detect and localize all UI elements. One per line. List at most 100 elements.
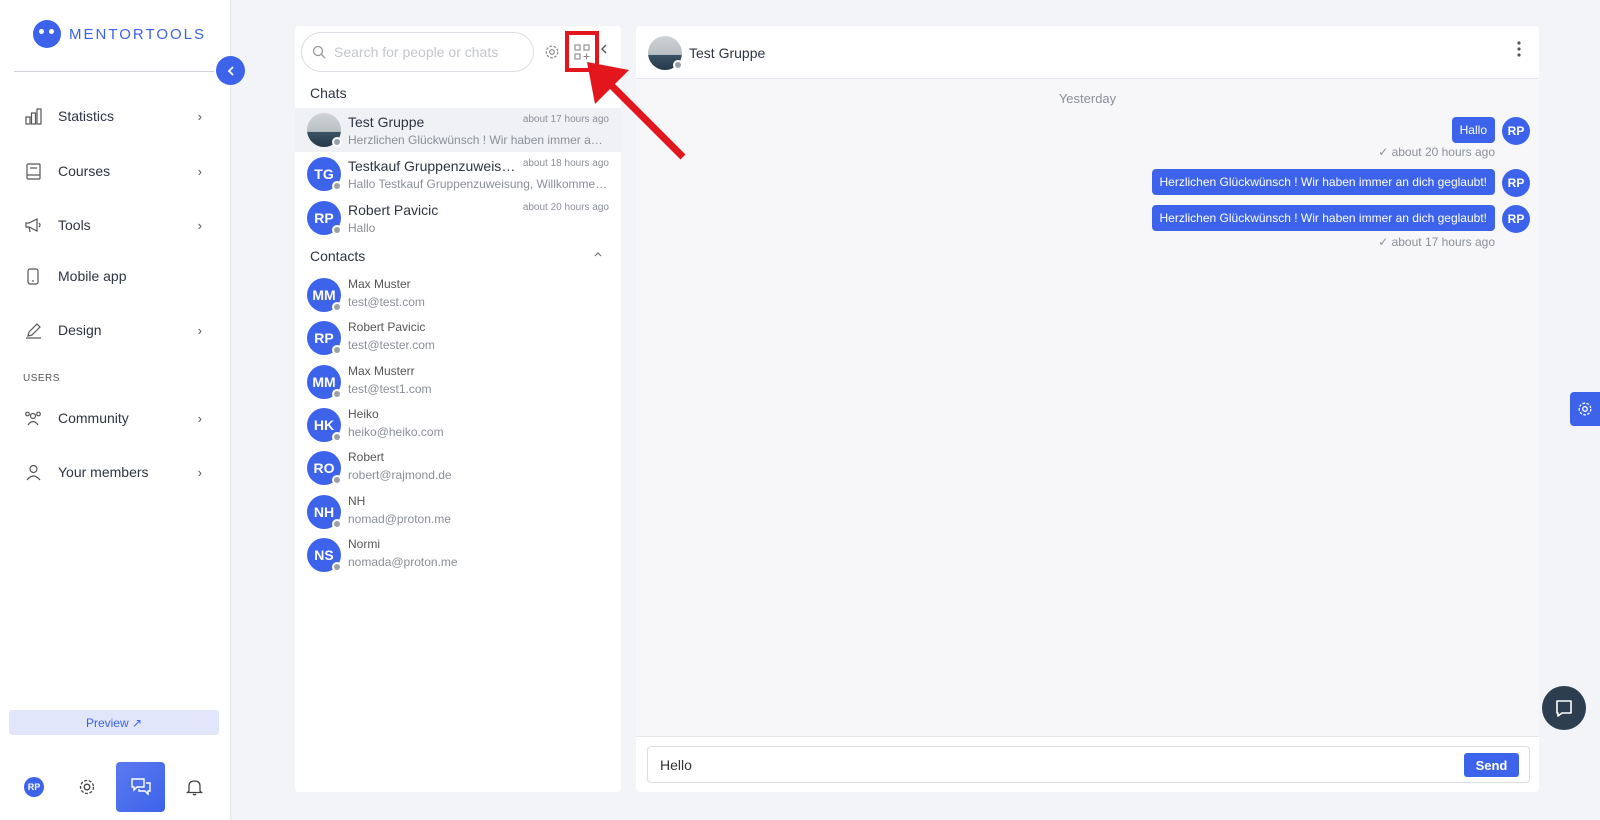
grid-add-icon: [574, 43, 590, 60]
message-avatar: RP: [1502, 169, 1530, 197]
chevron-left-icon: [227, 65, 234, 76]
sidebar-item-statistics[interactable]: Statistics ›: [24, 101, 202, 131]
chat-settings-button[interactable]: [544, 44, 560, 60]
avatar-initials: MM: [312, 287, 336, 303]
status-dot: [332, 181, 342, 191]
contact-email: nomada@proton.me: [348, 555, 458, 569]
chevron-right-icon: ›: [197, 410, 202, 426]
sidebar-item-label: Tools: [58, 217, 91, 233]
robot-logo-icon: [33, 20, 61, 48]
chat-item[interactable]: RP Robert Pavicic about 20 hours ago Hal…: [295, 196, 621, 240]
chats-heading[interactable]: Chats: [310, 85, 347, 101]
sidebar-item-community[interactable]: Community ›: [24, 403, 202, 433]
message-input[interactable]: [660, 756, 1529, 773]
avatar: NH: [307, 495, 342, 529]
sidebar-item-courses[interactable]: Courses ›: [24, 156, 202, 186]
chat-icon: [130, 778, 151, 796]
contact-item[interactable]: RP Robert Pavicic test@tester.com: [295, 316, 621, 360]
status-dot: [332, 225, 342, 235]
chat-item[interactable]: TG Testkauf Gruppenzuweisung about 18 ho…: [295, 152, 621, 196]
chevron-right-icon: ›: [197, 108, 202, 124]
message-icon: [1556, 700, 1572, 717]
person-icon: [24, 463, 42, 481]
chat-nav-button[interactable]: [116, 762, 165, 812]
avatar: RO: [307, 451, 342, 485]
contact-email: test@test.com: [348, 295, 425, 309]
avatar-initials: MM: [312, 374, 336, 390]
contact-name: Normi: [348, 537, 380, 551]
annotation-arrow-icon: [587, 62, 686, 160]
avatar-initials: RP: [314, 330, 334, 346]
avatar-initials: RO: [313, 460, 335, 476]
avatar-initials: NH: [313, 504, 335, 520]
contact-name: Robert: [348, 450, 385, 464]
check-icon: ✓: [1378, 145, 1392, 159]
message-avatar: RP: [1502, 205, 1530, 233]
message-time: ✓ about 20 hours ago: [1378, 145, 1495, 159]
contact-item[interactable]: NH NH nomad@proton.me: [295, 490, 621, 534]
contact-name: Robert Pavicic: [348, 320, 426, 334]
sidebar-item-label: Statistics: [58, 108, 115, 124]
collapse-panel-button[interactable]: [599, 42, 609, 58]
sidebar: MENTORTOOLS Statistics › Courses › Tools…: [0, 0, 245, 820]
contact-email: test@test1.com: [348, 382, 432, 396]
people-icon: [24, 409, 42, 427]
sidebar-item-your-members[interactable]: Your members ›: [24, 457, 202, 487]
avatar: HK: [307, 408, 342, 442]
contact-item[interactable]: HK Heiko heiko@heiko.com: [295, 403, 621, 447]
theme-settings-tab[interactable]: [1570, 392, 1600, 426]
status-dot: [332, 345, 342, 355]
composer-box[interactable]: Send: [647, 746, 1530, 783]
notifications-button[interactable]: [183, 776, 205, 798]
sidebar-bottom-bar: RP: [0, 762, 231, 814]
chat-preview: Hallo: [348, 221, 376, 235]
chevron-up-icon[interactable]: [593, 249, 603, 261]
phone-icon: [24, 267, 42, 285]
chat-name: Robert Pavicic: [348, 202, 439, 218]
avatar: MM: [307, 278, 342, 312]
contact-item[interactable]: MM Max Musterr test@test1.com: [295, 360, 621, 404]
sidebar-item-label: Design: [58, 322, 102, 338]
contact-item[interactable]: NS Normi nomada@proton.me: [295, 533, 621, 577]
status-dot: [332, 432, 342, 442]
contact-item[interactable]: RO Robert robert@rajmond.de: [295, 446, 621, 490]
search-input[interactable]: [334, 44, 514, 60]
brand-name: MENTORTOOLS: [69, 25, 207, 43]
search-icon: [312, 45, 326, 59]
sidebar-item-label: Your members: [58, 464, 149, 480]
status-dot: [332, 137, 342, 147]
chat-name: Test Gruppe: [348, 114, 425, 130]
sidebar-item-label: Community: [58, 410, 129, 426]
chevron-right-icon: ›: [197, 163, 202, 179]
collapse-sidebar-button[interactable]: [216, 56, 245, 85]
search-box[interactable]: [301, 32, 534, 72]
contacts-heading[interactable]: Contacts: [310, 248, 365, 264]
contact-email: test@tester.com: [348, 338, 435, 352]
avatar-initials: HK: [313, 417, 335, 433]
contact-name: Max Musterr: [348, 364, 415, 378]
avatar-initials: NS: [314, 547, 334, 563]
chevron-left-icon: [601, 44, 607, 54]
chat-item[interactable]: Test Gruppe about 17 hours ago Herzliche…: [295, 108, 621, 152]
contact-item[interactable]: MM Max Muster test@test.com: [295, 273, 621, 317]
settings-button[interactable]: [76, 776, 98, 798]
send-button[interactable]: Send: [1464, 753, 1519, 777]
conversation-header: Test Gruppe: [636, 26, 1539, 79]
bell-icon: [185, 780, 203, 796]
logo[interactable]: MENTORTOOLS: [33, 20, 206, 48]
avatar: RP: [307, 321, 342, 355]
user-avatar[interactable]: RP: [24, 777, 44, 797]
sidebar-item-design[interactable]: Design ›: [24, 315, 202, 345]
chevron-right-icon: ›: [197, 217, 202, 233]
preview-button[interactable]: Preview ↗: [9, 710, 219, 735]
chat-time: about 20 hours ago: [522, 202, 609, 213]
support-chat-button[interactable]: [1542, 686, 1586, 730]
gear-icon: [1578, 402, 1592, 416]
status-dot: [332, 389, 342, 399]
sidebar-item-tools[interactable]: Tools ›: [24, 210, 202, 240]
more-options-button[interactable]: [1517, 41, 1521, 60]
sidebar-item-mobile-app[interactable]: Mobile app: [24, 261, 202, 291]
message-bubble: Herzlichen Glückwünsch ! Wir haben immer…: [1151, 205, 1495, 231]
chevron-right-icon: ›: [197, 464, 202, 480]
megaphone-icon: [24, 216, 42, 234]
